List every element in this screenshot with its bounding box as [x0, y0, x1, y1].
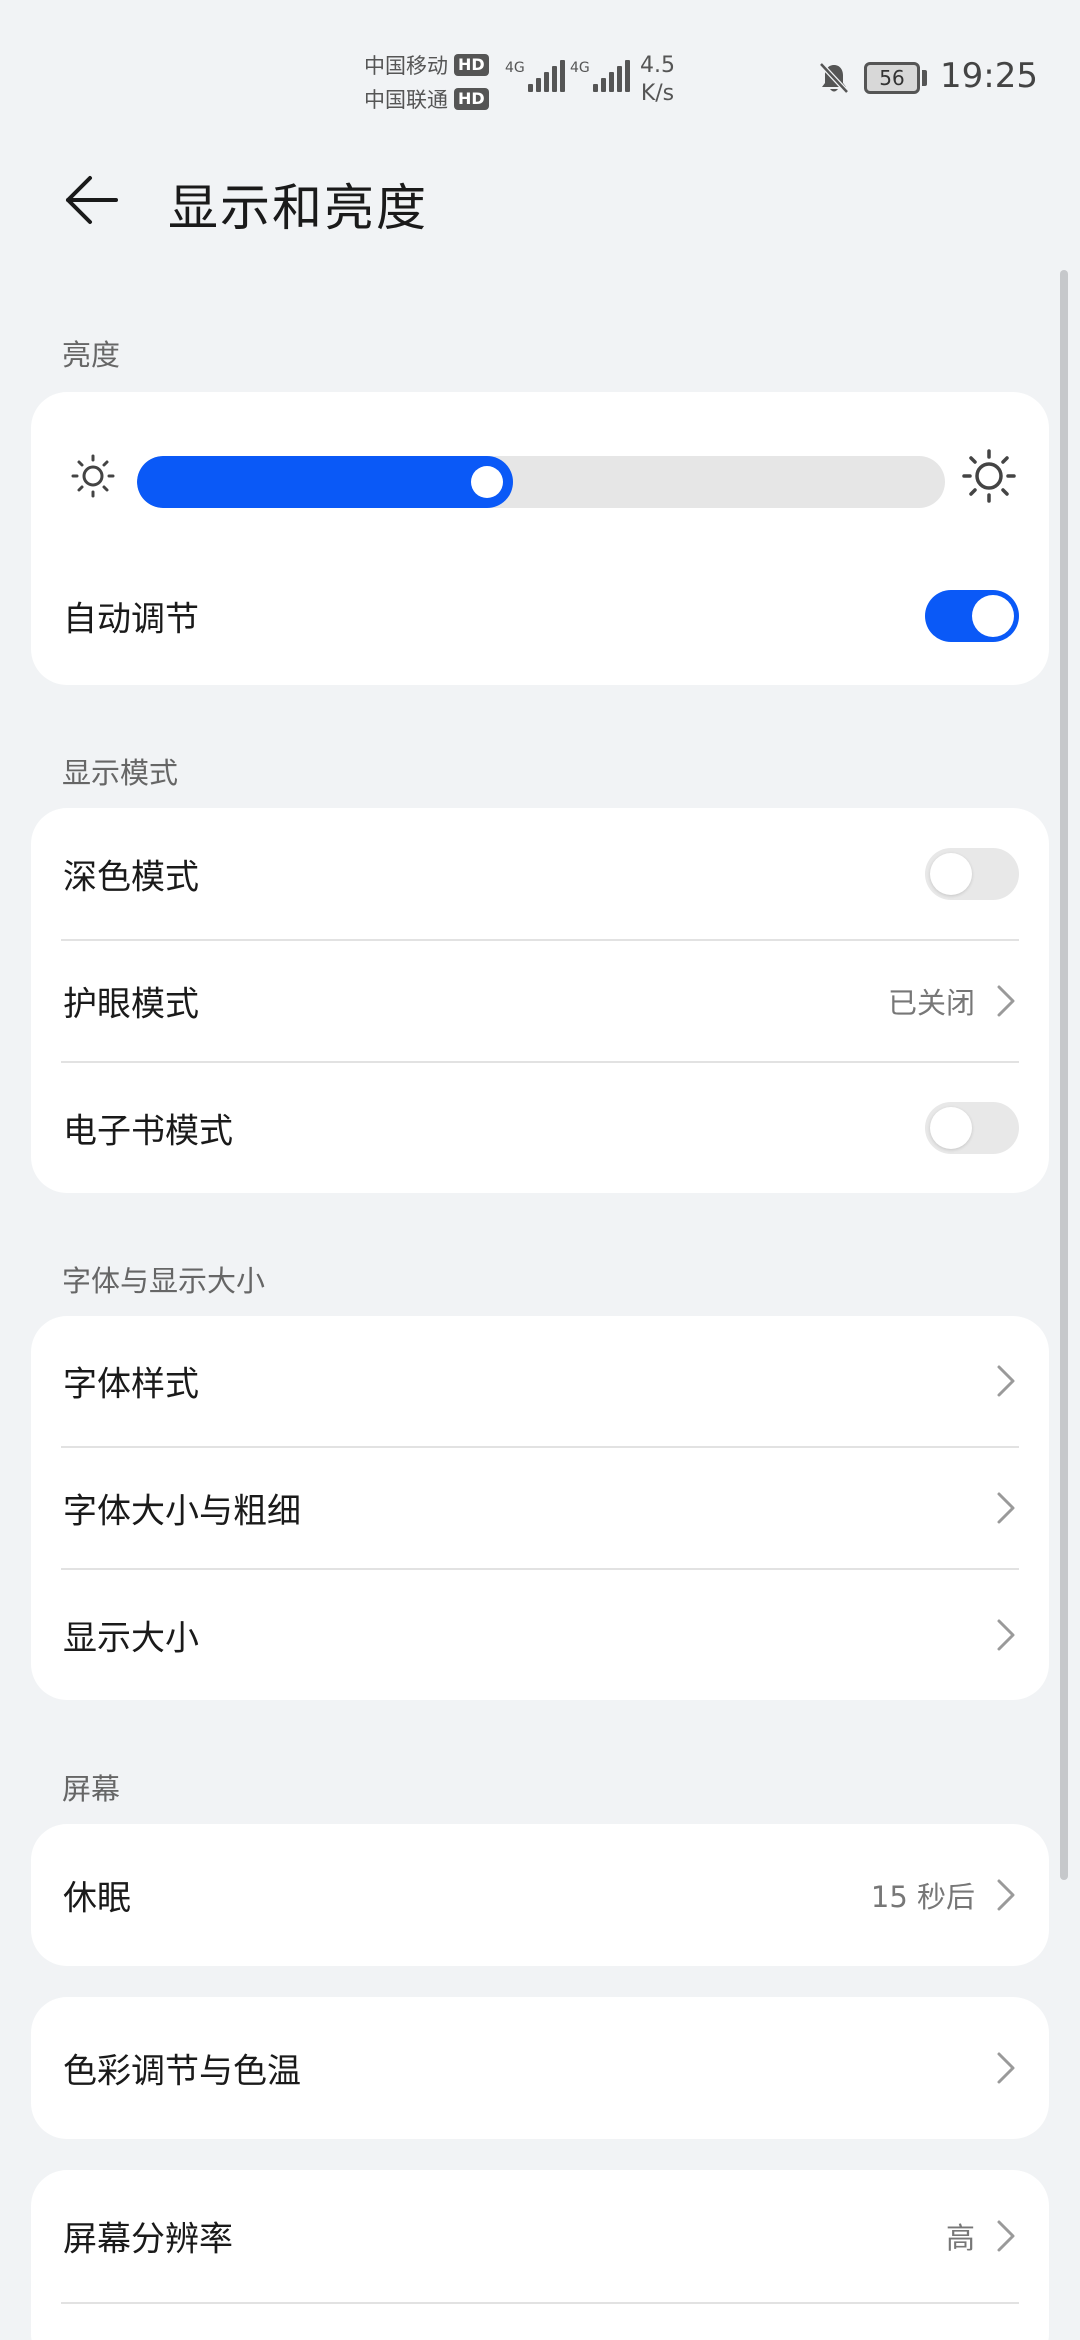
eye-comfort-value: 已关闭: [887, 986, 975, 1020]
brightness-card: 自动调节: [31, 392, 1049, 685]
auto-adjust-row[interactable]: 自动调节: [31, 556, 1049, 676]
status-bar: 中国移动 HD 中国联通 HD 4G 4G 4.5 K/s 56 19:25: [0, 0, 1080, 130]
ebook-mode-label: 电子书模式: [63, 1111, 233, 1152]
brightness-slider[interactable]: [137, 456, 945, 508]
divider: [61, 2302, 1019, 2304]
ebook-mode-row[interactable]: 电子书模式: [31, 1063, 1049, 1193]
network-type-2: 4G: [570, 60, 590, 76]
toggle-knob: [930, 853, 972, 895]
chevron-right-icon: [997, 985, 1015, 1017]
status-time: 19:25: [940, 56, 1038, 96]
dark-mode-label: 深色模式: [63, 857, 199, 898]
chevron-right-icon: [997, 1879, 1015, 1911]
hd-icon: HD: [454, 54, 489, 76]
carrier-2-name: 中国联通: [364, 88, 448, 112]
font-style-row[interactable]: 字体样式: [31, 1316, 1049, 1446]
sleep-value: 15 秒后: [870, 1880, 975, 1914]
sleep-card: 休眠 15 秒后: [31, 1824, 1049, 1966]
brightness-slider-thumb[interactable]: [471, 466, 503, 498]
chevron-right-icon: [997, 1619, 1015, 1651]
font-size-weight-label: 字体大小与粗细: [63, 1491, 301, 1532]
battery-level: 56: [879, 66, 905, 90]
auto-adjust-toggle[interactable]: [925, 590, 1019, 642]
resolution-row[interactable]: 屏幕分辨率 高: [31, 2170, 1049, 2302]
color-temp-row[interactable]: 色彩调节与色温: [31, 1997, 1049, 2139]
display-size-row[interactable]: 显示大小: [31, 1570, 1049, 1700]
page-header: 显示和亮度: [0, 150, 1080, 250]
carrier-row-2: 中国联通 HD: [364, 82, 504, 116]
dark-mode-toggle[interactable]: [925, 848, 1019, 900]
carrier-1-name: 中国移动: [364, 54, 448, 78]
sun-small-icon: [71, 454, 115, 498]
display-size-label: 显示大小: [63, 1618, 199, 1659]
carrier-info: 中国移动 HD 中国联通 HD: [364, 48, 504, 116]
arrow-left-icon[interactable]: [62, 170, 122, 230]
resolution-card: 屏幕分辨率 高: [31, 2170, 1049, 2340]
dark-mode-row[interactable]: 深色模式: [31, 808, 1049, 940]
auto-adjust-label: 自动调节: [63, 599, 199, 640]
sleep-label: 休眠: [63, 1878, 131, 1919]
toggle-knob: [930, 1107, 972, 1149]
eye-comfort-label: 护眼模式: [63, 984, 199, 1025]
chevron-right-icon: [997, 1492, 1015, 1524]
network-speed-value: 4.5: [640, 53, 675, 78]
battery-icon: 56: [864, 62, 920, 94]
hd-icon: HD: [454, 88, 489, 110]
chevron-right-icon: [997, 2220, 1015, 2252]
color-temp-label: 色彩调节与色温: [63, 2051, 301, 2092]
network-type-1: 4G: [505, 60, 525, 76]
font-size-weight-row[interactable]: 字体大小与粗细: [31, 1448, 1049, 1568]
signal-icon: 4G: [570, 60, 633, 92]
sleep-row[interactable]: 休眠 15 秒后: [31, 1824, 1049, 1966]
signal-icon: 4G: [505, 60, 568, 92]
section-label-screen: 屏幕: [62, 1772, 121, 1806]
chevron-right-icon: [997, 1365, 1015, 1397]
scrollbar[interactable]: [1060, 270, 1068, 1880]
resolution-label: 屏幕分辨率: [63, 2219, 233, 2260]
eye-comfort-row[interactable]: 护眼模式 已关闭: [31, 941, 1049, 1061]
network-speed: 4.5 K/s: [640, 52, 675, 108]
page-title: 显示和亮度: [168, 179, 428, 237]
carrier-row-1: 中国移动 HD: [364, 48, 504, 82]
toggle-knob: [972, 595, 1014, 637]
font-display-card: 字体样式 字体大小与粗细 显示大小: [31, 1316, 1049, 1700]
section-label-display-mode: 显示模式: [62, 756, 179, 790]
brightness-slider-fill: [137, 456, 513, 508]
bell-off-icon: [819, 62, 849, 94]
display-mode-card: 深色模式 护眼模式 已关闭 电子书模式: [31, 808, 1049, 1193]
sun-large-icon: [962, 449, 1016, 503]
battery-tip: [922, 70, 927, 86]
ebook-mode-toggle[interactable]: [925, 1102, 1019, 1154]
chevron-right-icon: [997, 2052, 1015, 2084]
section-label-brightness: 亮度: [62, 338, 121, 372]
font-style-label: 字体样式: [63, 1364, 199, 1405]
network-speed-unit: K/s: [640, 81, 675, 106]
resolution-value: 高: [945, 2221, 975, 2255]
color-temp-card: 色彩调节与色温: [31, 1997, 1049, 2139]
display-brightness-page: 中国移动 HD 中国联通 HD 4G 4G 4.5 K/s 56 19:25 显…: [0, 0, 1080, 2340]
section-label-font-display: 字体与显示大小: [62, 1264, 266, 1298]
